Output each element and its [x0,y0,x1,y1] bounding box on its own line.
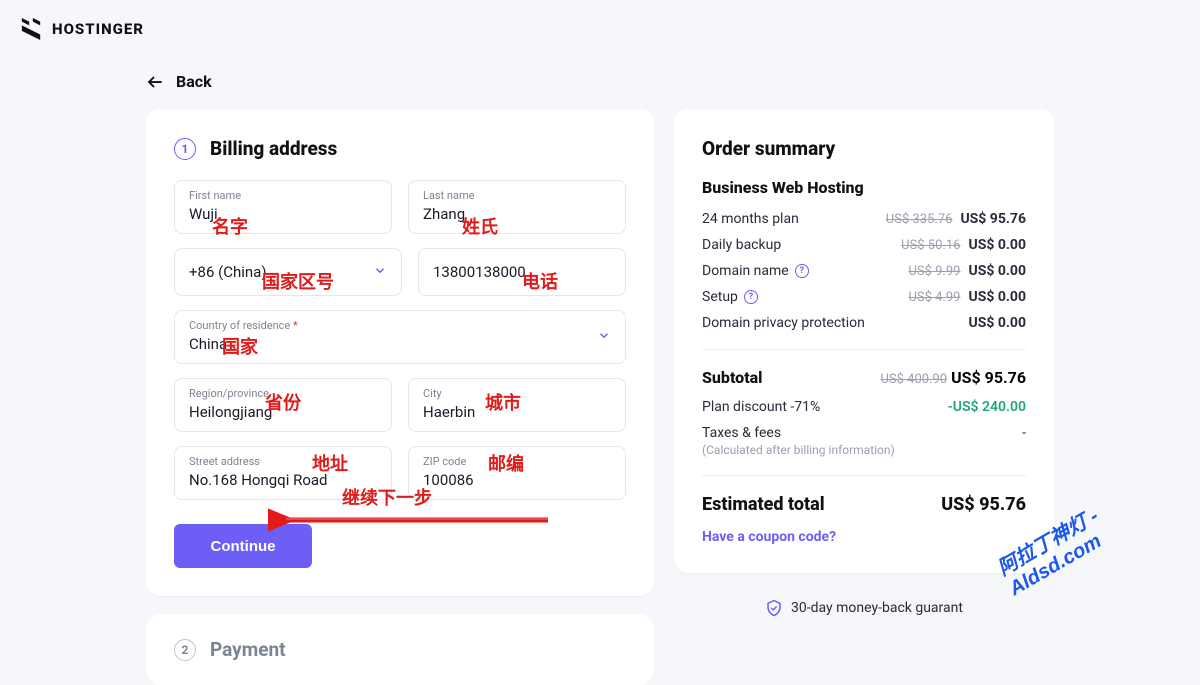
header: HOSTINGER [0,0,1200,56]
chevron-down-icon [597,328,611,347]
summary-line-price: US$ 0.00 [968,263,1026,279]
phone-field[interactable]: 13800138000 [418,248,626,296]
summary-line: Domain privacy protection US$ 0.00 [702,315,1026,331]
payment-card: 2 Payment [146,614,654,685]
summary-line-label: Daily backup [702,237,781,253]
country-value: China [189,335,227,353]
order-summary-card: Order summary Business Web Hosting 24 mo… [674,109,1054,573]
payment-title: Payment [210,638,286,661]
plan-name: Business Web Hosting [702,178,1026,197]
last-name-label: Last name [423,189,611,202]
divider [702,475,1026,476]
first-name-value: Wuji [189,205,218,223]
summary-line-strike: US$ 50.16 [901,238,960,253]
summary-line: Domain name? US$ 9.99 US$ 0.00 [702,263,1026,279]
summary-line-price: US$ 0.00 [968,289,1026,305]
street-field[interactable]: Street address No.168 Hongqi Road [174,446,392,500]
taxes-value: - [1022,425,1026,441]
discount-label: Plan discount -71% [702,399,820,415]
summary-line-price: US$ 0.00 [968,315,1026,331]
region-label: Region/province [189,387,377,400]
logo: HOSTINGER [20,18,1180,40]
coupon-link[interactable]: Have a coupon code? [702,529,836,545]
guarantee-row: 30-day money-back guarant [674,599,1054,617]
subtotal-strike: US$ 400.90 [880,372,947,387]
country-select[interactable]: Country of residence * China [174,310,626,364]
back-button[interactable]: Back [146,72,1200,91]
summary-line: Daily backup US$ 50.16 US$ 0.00 [702,237,1026,253]
taxes-label: Taxes & fees [702,425,781,441]
country-label: Country of residence * [189,319,611,332]
summary-line-label: 24 months plan [702,211,799,227]
summary-line: Setup? US$ 4.99 US$ 0.00 [702,289,1026,305]
zip-label: ZIP code [423,455,611,468]
back-label: Back [176,72,212,91]
shield-icon [765,599,783,617]
summary-line: 24 months plan US$ 335.76 US$ 95.76 [702,211,1026,227]
zip-field[interactable]: ZIP code 100086 [408,446,626,500]
divider [702,349,1026,350]
subtotal-price: US$ 95.76 [951,368,1026,387]
continue-button[interactable]: Continue [174,524,312,568]
street-label: Street address [189,455,377,468]
city-field[interactable]: City Haerbin [408,378,626,432]
info-icon[interactable]: ? [744,290,758,304]
info-icon[interactable]: ? [795,264,809,278]
step-number-1: 1 [174,138,196,160]
discount-value: -US$ 240.00 [948,399,1026,415]
arrow-left-icon [146,73,164,91]
summary-line-label: Setup [702,289,738,305]
summary-title: Order summary [702,137,1026,160]
city-label: City [423,387,611,400]
city-value: Haerbin [423,403,475,421]
summary-line-price: US$ 0.00 [968,237,1026,253]
estimated-value: US$ 95.76 [941,494,1026,515]
summary-line-strike: US$ 9.99 [908,264,960,279]
first-name-label: First name [189,189,377,202]
region-field[interactable]: Region/province Heilongjiang [174,378,392,432]
summary-line-price: US$ 95.76 [960,211,1026,227]
phone-value: 13800138000 [433,263,526,281]
billing-address-card: 1 Billing address First name Wuji Last n… [146,109,654,596]
taxes-note: (Calculated after billing information) [702,443,1026,457]
zip-value: 100086 [423,471,474,489]
first-name-field[interactable]: First name Wuji [174,180,392,234]
summary-line-strike: US$ 4.99 [908,290,960,305]
estimated-label: Estimated total [702,494,825,515]
phone-code-value: +86 (China) [189,263,267,281]
chevron-down-icon [373,263,387,282]
street-value: No.168 Hongqi Road [189,471,328,489]
region-value: Heilongjiang [189,403,272,421]
step-number-2: 2 [174,639,196,661]
logo-icon [20,18,42,40]
brand-name: HOSTINGER [52,20,144,38]
last-name-field[interactable]: Last name Zhang [408,180,626,234]
summary-line-strike: US$ 335.76 [886,212,953,227]
guarantee-text: 30-day money-back guarant [791,600,963,616]
subtotal-label: Subtotal [702,368,763,387]
phone-code-select[interactable]: +86 (China) [174,248,402,296]
summary-line-label: Domain name [702,263,789,279]
summary-line-label: Domain privacy protection [702,315,865,331]
last-name-value: Zhang [423,205,465,223]
billing-title: Billing address [210,137,337,160]
